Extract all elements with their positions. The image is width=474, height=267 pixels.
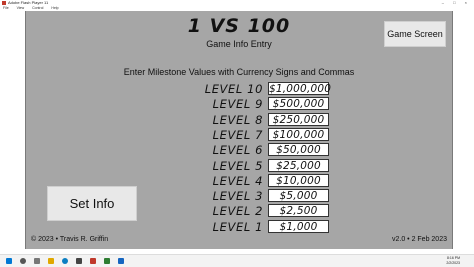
level-row-1: LEVEL 1 $1,000 — [26, 219, 452, 235]
game-area: 1 VS 100 Game Info Entry Game Screen Ent… — [25, 11, 453, 249]
level-label: LEVEL 9 — [212, 97, 263, 112]
level-value-input[interactable]: $1,000,000 — [268, 82, 331, 95]
flash-app-icon — [2, 1, 6, 5]
level-row-10: LEVEL 10 $1,000,000 — [26, 82, 452, 97]
level-label: LEVEL 6 — [212, 143, 263, 158]
level-label: LEVEL 3 — [212, 189, 263, 204]
level-value-input[interactable]: $5,000 — [268, 189, 329, 203]
level-label: LEVEL 1 — [212, 219, 263, 234]
app-icon[interactable] — [104, 258, 110, 264]
level-row-6: LEVEL 6 $50,000 — [26, 143, 452, 158]
level-value-input[interactable]: $2,500 — [268, 204, 329, 218]
level-label: LEVEL 5 — [212, 158, 263, 173]
menu-help[interactable]: Help — [51, 6, 58, 10]
copyright-text: © 2023 • Travis R. Griffin — [31, 236, 109, 243]
level-value-input[interactable]: $500,000 — [268, 97, 329, 111]
edge-browser-icon[interactable] — [62, 258, 68, 264]
taskbar-clock[interactable]: 8:16 PM 2/2/2023 — [446, 256, 460, 266]
clock-date: 2/2/2023 — [446, 261, 460, 265]
level-value-input[interactable]: $250,000 — [268, 112, 329, 126]
level-label: LEVEL 4 — [212, 173, 263, 188]
mail-icon[interactable] — [118, 258, 124, 264]
instructions-text: Enter Milestone Values with Currency Sig… — [123, 67, 355, 77]
level-label: LEVEL 7 — [212, 127, 263, 142]
game-screen-button[interactable]: Game Screen — [384, 21, 446, 47]
windows-start-icon[interactable] — [6, 258, 12, 264]
level-label: LEVEL 2 — [212, 204, 263, 219]
level-value-input[interactable]: $1,000 — [268, 219, 329, 233]
level-value-input[interactable]: $100,000 — [268, 127, 329, 141]
set-info-button[interactable]: Set Info — [47, 186, 137, 221]
version-text: v2.0 • 2 Feb 2023 — [392, 236, 447, 243]
file-explorer-icon[interactable] — [48, 258, 54, 264]
level-label: LEVEL 8 — [212, 112, 263, 127]
flash-player-icon[interactable] — [90, 258, 96, 264]
menu-view[interactable]: View — [17, 6, 25, 10]
task-view-icon[interactable] — [34, 258, 40, 264]
level-row-8: LEVEL 8 $250,000 — [26, 112, 452, 128]
menu-control[interactable]: Control — [32, 6, 43, 10]
level-row-9: LEVEL 9 $500,000 — [26, 97, 452, 112]
store-icon[interactable] — [76, 258, 82, 264]
menu-file[interactable]: File — [3, 6, 9, 10]
level-value-input[interactable]: $10,000 — [268, 173, 329, 187]
taskbar: 8:16 PM 2/2/2023 — [0, 254, 474, 267]
level-label: LEVEL 10 — [204, 82, 263, 96]
level-row-5: LEVEL 5 $25,000 — [26, 158, 452, 174]
search-icon[interactable] — [20, 258, 26, 264]
level-value-input[interactable]: $50,000 — [268, 143, 329, 157]
level-value-input[interactable]: $25,000 — [268, 158, 329, 172]
level-row-7: LEVEL 7 $100,000 — [26, 127, 452, 143]
